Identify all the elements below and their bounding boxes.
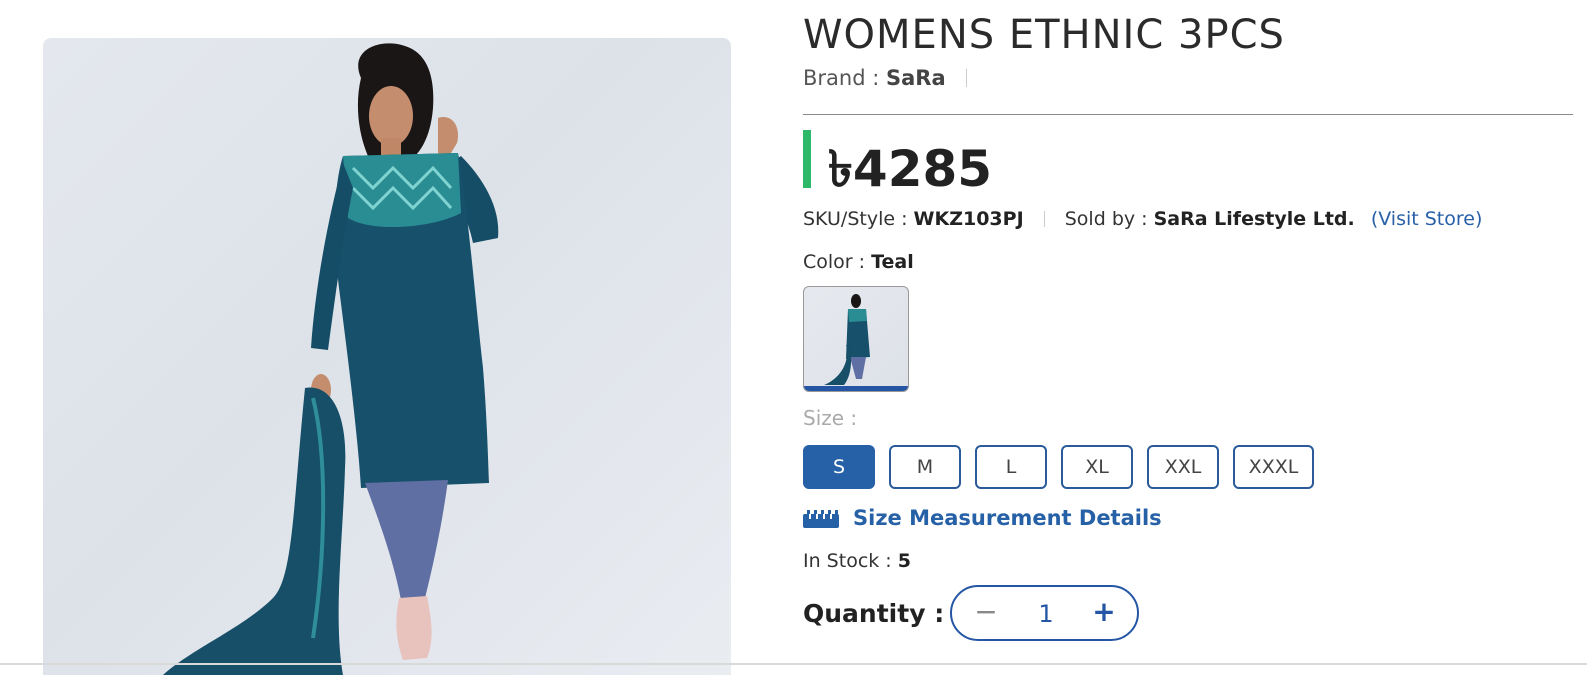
quantity-increase-button[interactable]: + [1092, 598, 1116, 626]
swatch-selected-indicator [804, 386, 908, 391]
product-price: ৳4285 [828, 132, 992, 215]
brand-separator [966, 69, 968, 87]
title-divider [803, 114, 1573, 115]
brand-row: Brand : SaRa [803, 66, 968, 90]
sku-label: SKU/Style : [803, 208, 908, 230]
sold-by-label: Sold by : [1064, 208, 1148, 230]
stock-value: 5 [897, 550, 911, 572]
price-value: 4285 [852, 140, 993, 198]
page-bottom-divider [0, 663, 1587, 665]
size-option-xxxl[interactable]: XXXL [1233, 445, 1314, 489]
color-row: Color : Teal [803, 251, 914, 273]
sku-value: WKZ103PJ [913, 208, 1024, 230]
model-figure [163, 43, 499, 675]
currency-symbol: ৳ [828, 140, 853, 198]
product-image[interactable] [43, 38, 731, 675]
ruler-icon [803, 510, 839, 528]
color-value: Teal [871, 251, 914, 273]
color-swatch-teal[interactable] [803, 286, 909, 392]
stock-row: In Stock : 5 [803, 550, 911, 572]
sku-separator [1043, 211, 1045, 227]
quantity-decrease-button[interactable]: − [974, 598, 998, 626]
price-accent-bar [803, 130, 811, 188]
visit-store-link[interactable]: (Visit Store) [1371, 208, 1483, 230]
stock-label: In Stock : [803, 550, 892, 572]
swatch-thumbnail [824, 294, 870, 385]
size-option-l[interactable]: L [975, 445, 1047, 489]
size-option-xxl[interactable]: XXL [1147, 445, 1219, 489]
seller-name: SaRa Lifestyle Ltd. [1153, 208, 1355, 230]
brand-label: Brand : [803, 66, 880, 90]
size-option-s[interactable]: S [803, 445, 875, 489]
product-title: WOMENS ETHNIC 3PCS [803, 12, 1285, 58]
color-label: Color : [803, 251, 866, 273]
sku-row: SKU/Style : WKZ103PJ Sold by : SaRa Life… [803, 208, 1482, 230]
size-option-xl[interactable]: XL [1061, 445, 1133, 489]
quantity-stepper: − 1 + [950, 585, 1139, 641]
quantity-value[interactable]: 1 [1034, 600, 1058, 628]
quantity-label: Quantity : [803, 599, 945, 628]
size-label: Size : [803, 406, 858, 430]
brand-value: SaRa [886, 66, 946, 90]
size-measurement-label: Size Measurement Details [853, 506, 1162, 530]
size-option-m[interactable]: M [889, 445, 961, 489]
